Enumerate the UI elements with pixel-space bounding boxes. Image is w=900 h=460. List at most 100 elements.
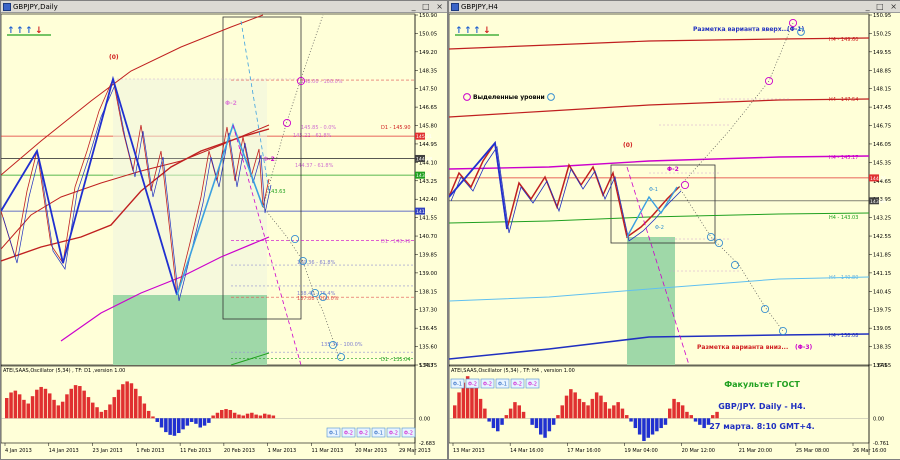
oscillator-bar [594,392,599,419]
oscillator-bar [689,415,693,419]
oscillator-bar [680,405,685,419]
oscillator-bar [22,399,26,419]
phi-button-label: Φ-2 [483,382,492,388]
oscillator-bar [620,408,625,419]
level-label: (Φ-3) [795,344,813,351]
oscillator-bar [534,418,539,429]
oscillator-bar [194,418,198,424]
date-tick-label: 11 Feb 2013 [180,448,211,454]
phi-button-label: Φ-2 [528,382,537,388]
oscillator-bar [9,392,13,419]
note-title: Факультет ГОСТ [724,380,800,389]
price-tick-label: 150.25 [873,31,891,37]
price-tag-label: 144.76 [870,176,886,182]
level-label: Разметка варианта вверх... [693,26,788,33]
level-label: Разметка варианта вниз... [697,344,788,351]
oscillator-bar [220,409,224,419]
phi-button-label: Φ-2 [389,431,398,437]
oscillator-bar [168,418,172,435]
oscillator-bar [151,416,155,419]
oscillator-bar [491,418,496,429]
oscillator-scale-label: 0.00 [419,416,430,422]
projection-dotted [262,14,324,208]
oscillator-bar [103,409,108,419]
phi-button-label: Φ-2 [404,431,413,437]
oscillator-scale-label: 5.783 [419,363,433,369]
oscillator-bar [676,402,681,419]
price-tick-label: 149.20 [419,50,437,56]
price-tick-label: 148.35 [419,68,437,74]
oscillator-bar [637,418,642,435]
oscillator-panel-frame [449,364,870,444]
oscillator-bar [202,418,207,426]
oscillator-bar [99,411,104,419]
h4-chart-window[interactable]: GBPJPY,H4 _ □ × 150.95 150.25 149.55 148.85… [448,0,900,460]
level-label: 143.63 [268,189,286,195]
price-tag-label: 141.85 [416,209,432,215]
oscillator-label: ATEI,SAAS,Oscillator (5,34) , TF: D1 ,ve… [3,368,125,374]
price-tag-label: 143.51 [416,173,432,179]
oscillator-bar [39,386,43,419]
price-tick-label: 144.95 [419,142,437,148]
h4-price-chart[interactable]: 150.95 150.25 149.55 148.85 148.15 147.45 146.… [449,1,900,459]
price-tick-label: 142.55 [873,234,891,240]
oscillator-bar [215,412,220,419]
date-tick-label: 1 Feb 2013 [136,448,164,454]
price-tick-label: 139.05 [873,326,891,332]
oscillator-bar [504,415,509,419]
oscillator-bar [86,397,91,419]
target-circle [778,326,788,336]
oscillator-bar [487,418,491,422]
oscillator-bar [483,408,487,419]
price-tick-label: 136.45 [419,326,437,332]
oscillator-bar [198,418,202,428]
oscillator-bar [715,411,719,419]
oscillator-bar [207,418,211,423]
oscillator-bar [129,383,134,419]
oscillator-bar [539,418,543,435]
oscillator-bar [685,411,689,419]
legend-circle-blue [547,93,555,101]
projection-dotted [678,186,784,332]
target-circle [706,232,716,242]
oscillator-bar [164,418,168,433]
h4-level-14517 [449,155,870,170]
oscillator-bar [258,415,263,419]
wave-projection [626,186,678,238]
date-tick-label: 14 Mar 16:00 [510,448,543,454]
oscillator-bar [517,405,521,419]
oscillator-bar [607,408,612,419]
price-tag-label: 144.28 [416,156,432,162]
oscillator-bar [35,389,39,419]
level-label: Φ-2 [667,166,679,173]
level-label: H4 - 143.03 [829,215,858,221]
target-circle [764,76,774,86]
daily-chart-window[interactable]: GBPJPY,Daily _ □ × 150.90 150.05 149.20 148… [0,0,448,460]
price-tick-label: 140.45 [873,289,891,295]
oscillator-bar [474,385,478,419]
price-tick-label: 140.70 [419,234,437,240]
date-tick-label: 1 Mar 2013 [268,448,297,454]
oscillator-bar [43,388,48,419]
oscillator-bar [530,418,534,425]
date-tick-label: 20 Mar 12:00 [682,448,715,454]
phi-button-label: Φ-2 [344,431,353,437]
date-tick-label: 4 Jan 2013 [5,448,32,454]
price-tick-label: 141.15 [873,271,891,277]
oscillator-bar [560,405,564,419]
oscillator-bar [453,405,457,419]
price-tick-label: 145.35 [873,160,891,166]
oscillator-bar [224,409,228,419]
price-tick-label: 149.55 [873,50,891,56]
oscillator-bar [698,418,702,425]
oscillator-bar [633,418,638,429]
date-tick-label: 25 Mar 08:00 [796,448,829,454]
date-tick-label: 26 Mar 16:00 [853,448,886,454]
oscillator-bar [112,397,116,419]
oscillator-scale-label: -2.683 [419,441,435,447]
daily-price-chart[interactable]: 150.90 150.05 149.20 148.35 147.50 146.65 145.… [1,1,447,459]
level-label: Φ-2 [655,225,664,231]
price-tick-label: 150.95 [873,13,891,19]
date-tick-label: 29 Mar 2013 [399,448,431,454]
price-tick-label: 135.60 [419,345,437,351]
